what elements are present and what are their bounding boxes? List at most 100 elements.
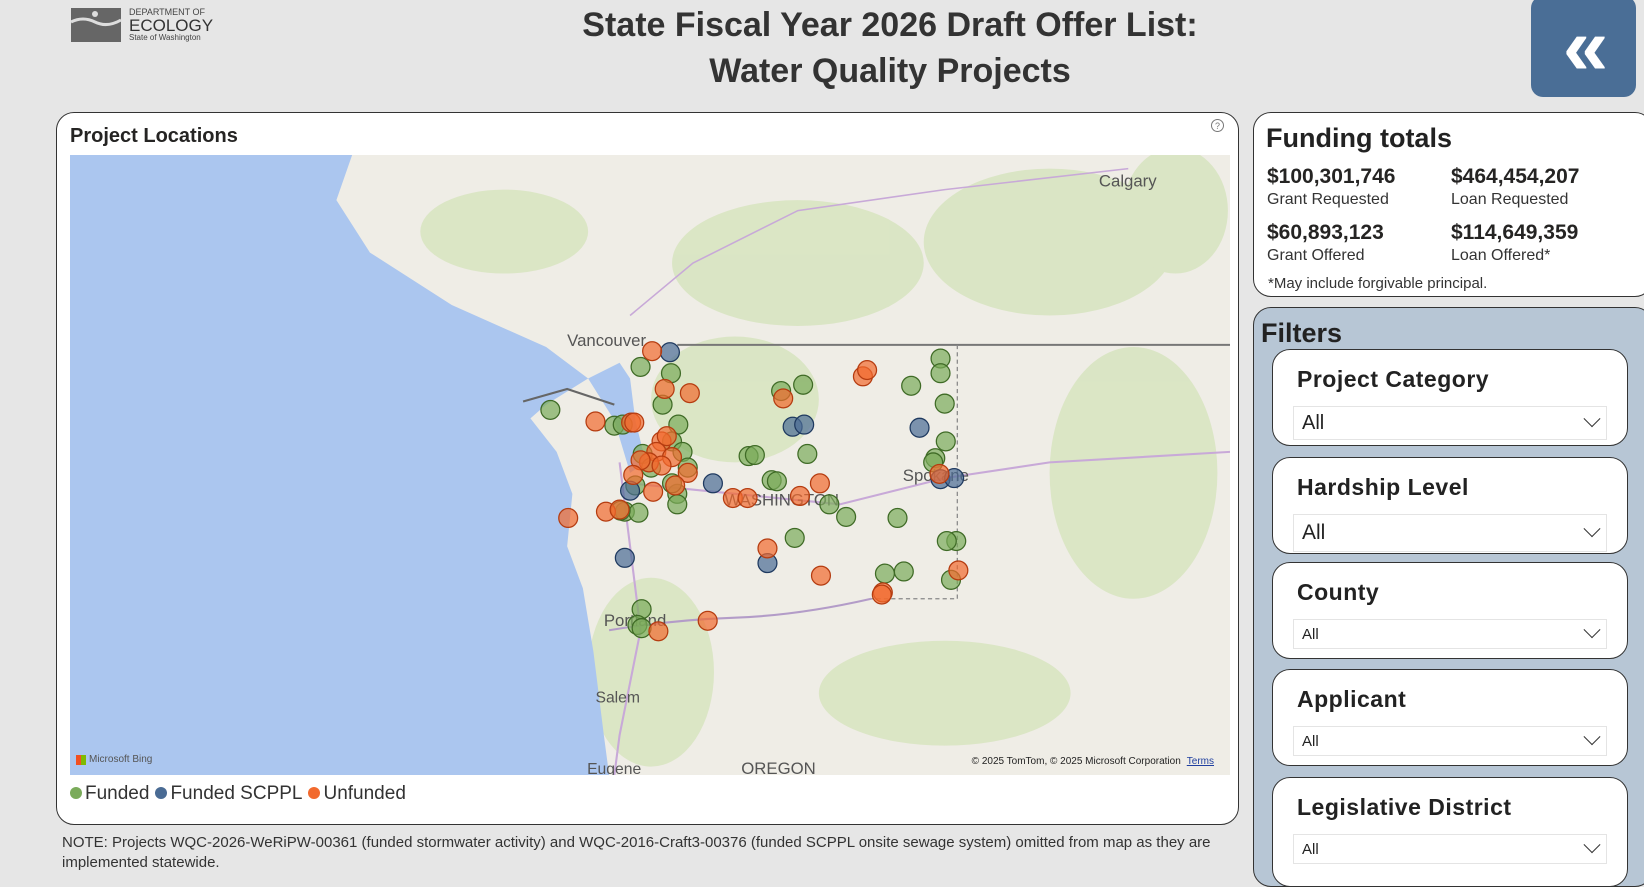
legislative-district-dropdown[interactable]: All — [1293, 834, 1607, 864]
map-marker-unfunded[interactable] — [697, 610, 718, 631]
grant-requested-value: $100,301,746 — [1267, 165, 1396, 188]
hardship-level-dropdown[interactable]: All — [1293, 514, 1607, 552]
logo-line2: ECOLOGY — [129, 16, 214, 35]
filter-label: Legislative District — [1297, 794, 1512, 820]
legend-funded[interactable]: Funded — [70, 783, 149, 805]
map-marker-unfunded[interactable] — [585, 411, 606, 432]
map-marker-unfunded[interactable] — [643, 481, 664, 502]
map-marker-unfunded[interactable] — [609, 499, 630, 520]
map-marker-unfunded[interactable] — [624, 412, 645, 433]
map-marker-funded[interactable] — [628, 502, 649, 523]
map-marker-funded[interactable] — [901, 375, 922, 396]
project-locations-card: Project Locations ? Vancouver Calgary Po… — [56, 112, 1239, 825]
dropdown-value: All — [1302, 732, 1319, 750]
loan-offered-label: Loan Offered* — [1451, 247, 1551, 264]
filter-hardship-level: Hardship Level All — [1272, 457, 1628, 554]
map-marker-unfunded[interactable] — [558, 507, 579, 529]
map-marker-unfunded[interactable] — [857, 359, 878, 381]
map-note: NOTE: Projects WQC-2026-WeRiPW-00361 (fu… — [62, 834, 1211, 871]
map-marker-funded[interactable] — [631, 618, 652, 639]
map-marker-funded[interactable] — [793, 374, 814, 395]
legend-funded-scppl[interactable]: Funded SCPPL — [155, 783, 302, 805]
grant-offered: $60,893,123 Grant Offered — [1267, 221, 1384, 265]
map-marker-funded[interactable] — [893, 561, 914, 582]
map-label-salem: Salem — [595, 690, 640, 707]
map-marker-unfunded[interactable] — [929, 463, 950, 484]
map-marker-funded[interactable] — [836, 506, 857, 527]
funded-dot-icon — [70, 787, 82, 799]
back-button[interactable]: « — [1531, 0, 1636, 97]
map-marker-unfunded[interactable] — [871, 584, 892, 605]
map-marker-funded[interactable] — [936, 530, 957, 552]
page-title-line1: State Fiscal Year 2026 Draft Offer List: — [582, 6, 1198, 44]
map-marker-unfunded[interactable] — [737, 487, 758, 509]
map-marker-funded-scppl[interactable] — [702, 473, 723, 494]
map-marker-unfunded[interactable] — [789, 485, 811, 507]
loan-requested-label: Loan Requested — [1451, 191, 1569, 208]
map-marker-funded[interactable] — [797, 443, 818, 465]
logo-line3: State of Washington — [129, 33, 201, 42]
funding-footnote: *May include forgivable principal. — [1268, 275, 1488, 292]
map-marker-funded[interactable] — [540, 399, 561, 420]
chevron-down-icon — [1583, 728, 1601, 746]
map-marker-funded[interactable] — [819, 494, 840, 515]
page-title-line2: Water Quality Projects — [709, 52, 1071, 90]
map-marker-funded-scppl[interactable] — [659, 342, 680, 363]
ecology-logo: DEPARTMENT OF ECOLOGY State of Washington — [69, 5, 219, 45]
map-marker-unfunded[interactable] — [757, 538, 778, 559]
dropdown-value: All — [1302, 840, 1319, 858]
legend-unfunded[interactable]: Unfunded — [308, 783, 406, 805]
grant-offered-label: Grant Offered — [1267, 247, 1365, 264]
map-marker-funded[interactable] — [744, 444, 765, 466]
map-marker-funded[interactable] — [766, 471, 787, 492]
unfunded-dot-icon — [308, 787, 321, 799]
map-marker-funded[interactable] — [630, 356, 651, 377]
map-marker-funded[interactable] — [930, 363, 951, 384]
chevron-down-icon — [1583, 410, 1601, 428]
legend-funded-label: Funded — [85, 783, 150, 804]
map-marker-unfunded[interactable] — [665, 475, 686, 496]
terms-link[interactable]: Terms — [1187, 756, 1214, 767]
filter-label: County — [1297, 579, 1380, 605]
map-marker-unfunded[interactable] — [648, 621, 669, 642]
map-marker-unfunded[interactable] — [810, 565, 832, 586]
map-marker-unfunded[interactable] — [623, 464, 644, 486]
map-legend: Funded Funded SCPPL Unfunded — [70, 783, 406, 805]
applicant-dropdown[interactable]: All — [1293, 726, 1607, 756]
bing-attribution: Microsoft Bing — [76, 754, 152, 765]
chevron-down-icon — [1583, 520, 1601, 538]
map-marker-unfunded[interactable] — [642, 341, 663, 362]
help-icon[interactable]: ? — [1211, 119, 1224, 132]
grant-requested: $100,301,746 Grant Requested — [1267, 165, 1395, 209]
map-marker-unfunded[interactable] — [773, 388, 794, 409]
map-marker-funded[interactable] — [667, 494, 688, 515]
map-marker-funded-scppl[interactable] — [794, 414, 815, 435]
map-marker-unfunded[interactable] — [651, 455, 672, 476]
map-marker-funded-scppl[interactable] — [614, 547, 635, 568]
map-marker-funded[interactable] — [784, 527, 805, 548]
project-category-dropdown[interactable]: All — [1293, 406, 1607, 440]
county-dropdown[interactable]: All — [1293, 619, 1607, 649]
project-map[interactable]: Vancouver Calgary Portland Salem Eugene … — [70, 155, 1230, 775]
map-marker-unfunded[interactable] — [679, 383, 700, 404]
map-marker-unfunded[interactable] — [948, 560, 969, 581]
washington-state-logo-icon — [70, 8, 122, 42]
map-marker-unfunded[interactable] — [654, 378, 675, 400]
map-marker-funded[interactable] — [874, 563, 896, 584]
map-marker-funded[interactable] — [935, 431, 956, 452]
loan-offered-value: $114,649,359 — [1451, 221, 1579, 244]
chevron-down-icon — [1583, 621, 1601, 639]
map-marker-funded[interactable] — [934, 393, 955, 414]
map-marker-unfunded[interactable] — [809, 473, 830, 494]
double-chevron-left-icon: « — [1562, 0, 1608, 92]
copyright-text: © 2025 TomTom, © 2025 Microsoft Corporat… — [971, 756, 1181, 767]
microsoft-logo-icon — [76, 754, 86, 765]
map-marker-funded[interactable] — [887, 507, 908, 529]
filters-panel: Filters Project Category All Hardship Lev… — [1253, 307, 1644, 887]
dropdown-value: All — [1302, 625, 1319, 643]
map-label-vancouver: Vancouver — [567, 331, 646, 350]
grant-requested-label: Grant Requested — [1267, 191, 1389, 208]
map-label-oregon: OREGON — [741, 759, 816, 775]
grant-offered-value: $60,893,123 — [1267, 221, 1384, 244]
map-marker-funded-scppl[interactable] — [909, 417, 930, 438]
